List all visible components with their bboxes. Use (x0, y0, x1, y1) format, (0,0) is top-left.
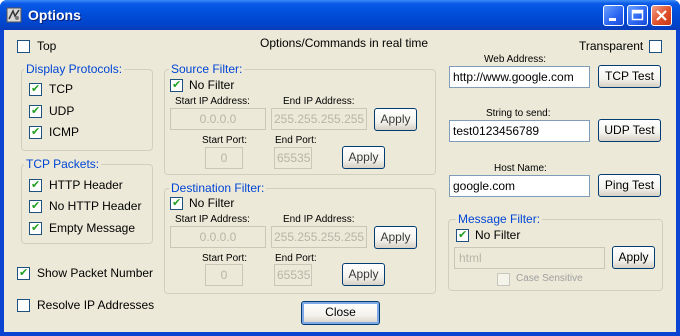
options-window: Options Top Options/Commands in real tim… (0, 0, 680, 336)
maximize-button[interactable] (627, 5, 648, 26)
string-to-send-label: String to send: (486, 108, 551, 119)
source-start-port-label: Start Port: (202, 135, 248, 146)
string-to-send-input[interactable]: test0123456789 (449, 120, 590, 142)
destination-no-filter-checkbox[interactable] (170, 196, 183, 210)
tcp-packets-legend: TCP Packets: (24, 157, 102, 171)
title-bar[interactable]: Options (0, 0, 680, 30)
destination-end-ip-field[interactable]: 255.255.255.255 (271, 226, 367, 248)
no-http-header-label: No HTTP Header (49, 199, 142, 213)
icmp-checkbox[interactable] (29, 125, 42, 139)
destination-start-port-field[interactable]: 0 (205, 264, 243, 286)
web-address-input[interactable]: http://www.google.com (449, 66, 590, 88)
web-address-label: Web Address: (484, 54, 547, 65)
tcp-test-button[interactable]: TCP Test (598, 65, 661, 88)
udp-checkbox[interactable] (29, 104, 42, 118)
source-start-ip-field[interactable]: 0.0.0.0 (170, 108, 266, 130)
transparent-label: Transparent (579, 39, 644, 53)
message-no-filter-checkbox[interactable] (456, 228, 469, 242)
source-port-apply-button[interactable]: Apply (342, 146, 385, 169)
udp-label: UDP (49, 104, 75, 118)
source-filter-legend: Source Filter: (169, 62, 245, 76)
empty-message-label: Empty Message (49, 221, 136, 235)
http-header-checkbox[interactable] (29, 178, 42, 192)
client-area: Top Options/Commands in real time Transp… (4, 30, 676, 332)
case-sensitive-checkbox[interactable] (497, 273, 510, 286)
close-window-button[interactable] (651, 5, 672, 26)
destination-end-ip-label: End IP Address: (283, 214, 355, 225)
source-end-ip-field[interactable]: 255.255.255.255 (271, 108, 367, 130)
source-end-port-label: End Port: (275, 135, 317, 146)
message-filter-apply-button[interactable]: Apply (612, 246, 655, 269)
message-filter-input[interactable]: html (454, 247, 605, 269)
source-start-port-field[interactable]: 0 (205, 147, 243, 169)
resolve-ip-checkbox[interactable] (17, 299, 30, 312)
http-header-label: HTTP Header (49, 178, 123, 192)
source-no-filter-checkbox[interactable] (170, 78, 183, 92)
resolve-ip-label: Resolve IP Addresses (37, 298, 155, 312)
message-filter-legend: Message Filter: (456, 212, 543, 226)
destination-end-port-field[interactable]: 65535 (274, 264, 312, 286)
host-name-label: Host Name: (494, 163, 547, 174)
top-checkbox[interactable] (17, 40, 30, 53)
show-packet-number-label: Show Packet Number (37, 266, 154, 280)
minimize-button[interactable] (603, 5, 624, 26)
no-http-header-checkbox[interactable] (29, 199, 42, 213)
icmp-label: ICMP (49, 125, 79, 139)
destination-end-port-label: End Port: (275, 253, 317, 264)
source-start-ip-label: Start IP Address: (175, 96, 250, 107)
window-title: Options (28, 7, 81, 23)
tcp-label: TCP (49, 82, 73, 96)
destination-ip-apply-button[interactable]: Apply (374, 226, 417, 249)
close-button[interactable]: Close (301, 301, 380, 325)
destination-start-port-label: Start Port: (202, 253, 248, 264)
minimize-icon (609, 18, 616, 21)
destination-port-apply-button[interactable]: Apply (342, 263, 385, 286)
source-end-ip-label: End IP Address: (283, 96, 355, 107)
top-label: Top (37, 39, 57, 53)
destination-start-ip-label: Start IP Address: (175, 214, 250, 225)
empty-message-checkbox[interactable] (29, 221, 42, 235)
source-end-port-field[interactable]: 65535 (274, 147, 312, 169)
message-no-filter-label: No Filter (475, 228, 521, 242)
app-icon (6, 7, 22, 23)
display-protocols-legend: Display Protocols: (24, 62, 125, 76)
maximize-icon (631, 9, 644, 21)
close-icon (656, 10, 667, 21)
ping-test-button[interactable]: Ping Test (598, 174, 661, 197)
destination-filter-legend: Destination Filter: (169, 181, 267, 195)
udp-test-button[interactable]: UDP Test (598, 119, 661, 142)
host-name-input[interactable]: google.com (449, 175, 590, 197)
source-no-filter-label: No Filter (189, 78, 235, 92)
destination-no-filter-label: No Filter (189, 196, 235, 210)
show-packet-number-checkbox[interactable] (17, 266, 30, 280)
transparent-checkbox[interactable] (649, 40, 662, 53)
source-ip-apply-button[interactable]: Apply (374, 108, 417, 131)
tcp-checkbox[interactable] (29, 82, 42, 96)
header-text: Options/Commands in real time (260, 36, 429, 50)
destination-start-ip-field[interactable]: 0.0.0.0 (170, 226, 266, 248)
case-sensitive-label: Case Sensitive (516, 273, 583, 284)
